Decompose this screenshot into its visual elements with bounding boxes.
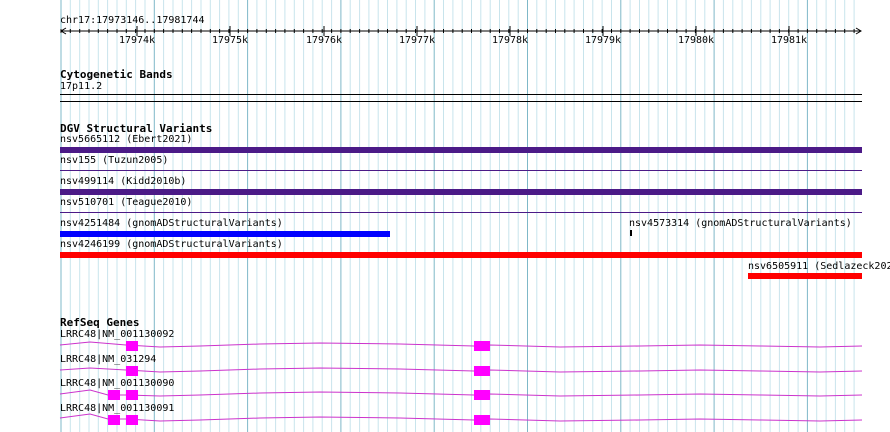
gene-label[interactable]: LRRC48|NM_001130092 [60,329,174,341]
variant-label[interactable]: nsv5665112 (Ebert2021) [60,134,192,146]
variant-label[interactable]: nsv4246199 (gnomADStructuralVariants) [60,239,283,251]
variant-bar[interactable] [60,189,862,195]
variant-label[interactable]: nsv510701 (Teague2010) [60,197,192,209]
gene-exon[interactable] [474,366,490,376]
variant-label[interactable]: nsv6505911 (Sedlazeck202 [748,261,890,273]
ruler-tick-label: 17979k [584,35,622,46]
ruler-tick-label: 17976k [305,35,343,46]
variant-bar[interactable] [60,212,862,213]
ruler-axis [60,26,862,36]
cytoband-label: 17p11.2 [60,81,103,92]
gene-exon[interactable] [108,390,120,400]
variant-bar[interactable] [60,170,862,171]
gene-exon[interactable] [126,341,138,351]
gene-label[interactable]: LRRC48|NM_001130091 [60,403,174,415]
cytoband-track-title[interactable]: Cytogenetic Bands [60,68,173,81]
variant-bar[interactable] [630,230,632,236]
ruler-tick-label: 17974k [118,35,156,46]
cytoband-band-bottom [60,101,862,102]
variant-label[interactable]: nsv4251484 (gnomADStructuralVariants) [60,218,283,230]
gene-exon[interactable] [474,415,490,425]
gene-exon[interactable] [474,341,490,351]
variant-label[interactable]: nsv155 (Tuzun2005) [60,155,168,167]
gene-exon[interactable] [126,390,138,400]
ruler-tick-label: 17975k [211,35,249,46]
gene-label[interactable]: LRRC48|NM_031294 [60,354,156,366]
variant-label[interactable]: nsv4573314 (gnomADStructuralVariants) [629,218,852,230]
ruler-tick-label: 17980k [677,35,715,46]
gene-exon[interactable] [474,390,490,400]
gene-exon[interactable] [108,415,120,425]
gene-exon[interactable] [126,366,138,376]
ruler-tick-label: 17977k [398,35,436,46]
ruler-tick-label: 17978k [491,35,529,46]
variant-bar[interactable] [60,252,862,258]
variant-bar[interactable] [60,147,862,153]
gene-label[interactable]: LRRC48|NM_001130090 [60,378,174,390]
variant-label[interactable]: nsv499114 (Kidd2010b) [60,176,186,188]
variant-bar[interactable] [60,231,390,237]
variant-bar[interactable] [748,273,862,279]
gene-exon[interactable] [126,415,138,425]
refseq-track-title[interactable]: RefSeq Genes [60,316,139,329]
cytoband-band-top [60,94,862,95]
ruler-tick-label: 17981k [770,35,808,46]
